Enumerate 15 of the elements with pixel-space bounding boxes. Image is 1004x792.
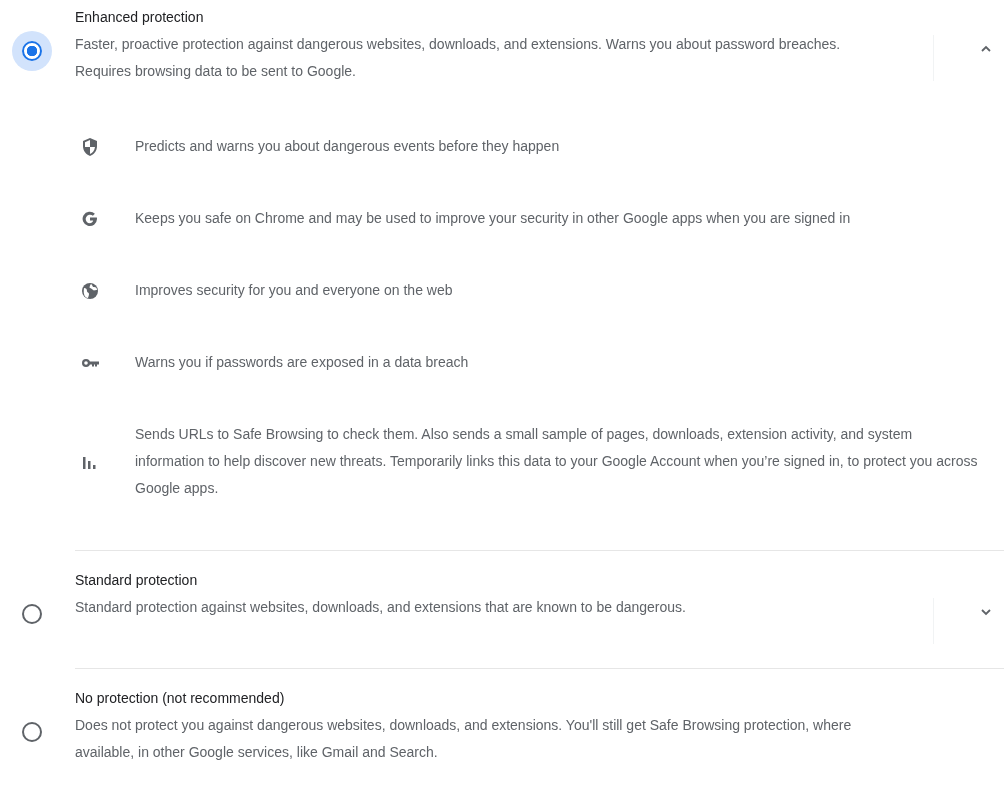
radio-button[interactable] xyxy=(22,722,42,742)
option-title: Standard protection xyxy=(75,571,199,590)
feature-text: Keeps you safe on Chrome and may be used to improve your security in other Google apps when you are signed in xyxy=(135,209,852,228)
feature-text: Warns you if passwords are exposed in a data breach xyxy=(135,353,470,372)
option-description: Standard protection against websites, downloads, and extensions that are known to be dangerous. xyxy=(75,598,687,617)
option-title: No protection (not recommended) xyxy=(75,689,286,708)
radio-button[interactable] xyxy=(22,604,42,624)
feature-text: Sends URLs to Safe Browsing to check them. Also sends a small sample of pages, downloads, extension activity, and system information to help discover new threats. Temporarily links this data to your Google Account when you’re signed in, to protect you across Google apps. xyxy=(135,425,979,498)
option-description: Does not protect you against dangerous websites, downloads, and extensions. You'll still get Safe Browsing protection, where available, in other Google services, like Gmail and Search. xyxy=(75,716,853,762)
globe-icon xyxy=(80,280,100,301)
feature-text: Predicts and warns you about dangerous events before they happen xyxy=(135,137,561,156)
option-title: Enhanced protection xyxy=(75,8,205,27)
feature-text: Improves security for you and everyone on the web xyxy=(135,281,454,300)
option-description: Faster, proactive protection against dangerous websites, downloads, and extensions. Warns you about password breaches. Requires browsing data to be sent to Google. xyxy=(75,35,842,81)
shield-icon xyxy=(80,136,100,157)
